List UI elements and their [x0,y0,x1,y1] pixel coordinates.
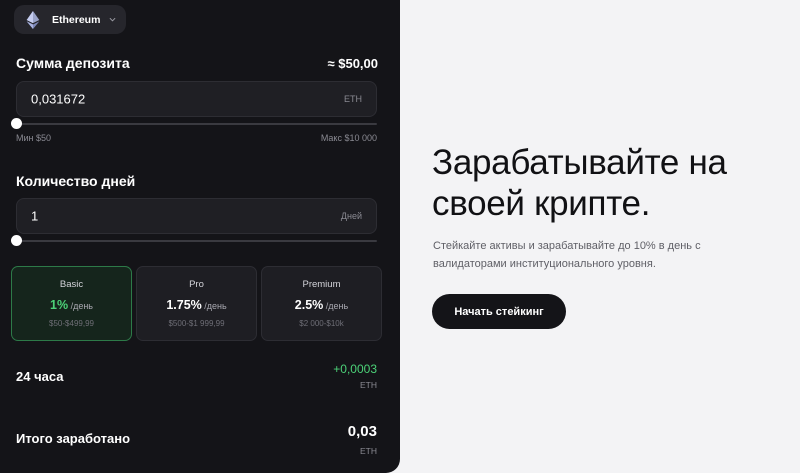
start-staking-button[interactable]: Начать стейкинг [432,294,566,329]
total-earned-value: 0,03 [347,423,377,440]
hero-title-line: Зарабатывайте на [432,143,727,182]
plan-range: $50-$499,99 [49,319,94,328]
deposit-unit: ETH [344,94,362,104]
deposit-slider[interactable] [11,118,377,130]
earnings-24h-unit: ETH [360,380,377,390]
plan-rate-period: /день [201,301,227,311]
days-title: Количество дней [16,173,136,189]
plan-rate-period: /день [68,301,93,311]
plan-name: Basic [59,279,84,290]
days-unit: Дней [340,211,362,221]
deposit-usd-equivalent: ≈ $50,00 [327,56,378,71]
days-slider-thumb[interactable] [11,235,22,246]
ethereum-icon [26,10,40,29]
deposit-title: Сумма депозита [16,55,130,71]
deposit-slider-thumb[interactable] [11,118,22,129]
deposit-max-label: Макс $10 000 [320,133,377,143]
plan-range: $2 000-$10k [299,319,344,328]
hero-subtitle-line: Стейкайте активы и зарабатывайте до 10% … [433,240,701,252]
total-earned-unit: ETH [360,446,377,456]
hero-subtitle-line: валидаторами институционального уровня. [433,258,656,270]
plan-rate-period: /день [323,301,349,311]
deposit-amount-value: 0,031672 [31,91,86,107]
plan-name: Premium [302,279,341,290]
deposit-amount-input[interactable]: 0,031672 ETH [16,81,377,117]
earnings-24h-label: 24 часа [16,369,64,384]
deposit-min-label: Мин $50 [16,133,52,143]
earnings-24h-value: +0,0003 [333,362,377,376]
plan-rate: 2.5% /день [262,298,381,312]
hero-subtitle: Стейкайте активы и зарабатывайте до 10% … [433,237,733,273]
plan-name: Pro [189,279,204,290]
total-earned-label: Итого заработано [16,431,131,446]
plan-card-pro[interactable]: Pro 1.75% /день $500-$1 999,99 [136,266,257,341]
hero-title: Зарабатывайте на своей крипте. [432,142,772,224]
network-select[interactable]: Ethereum [14,5,126,34]
network-label: Ethereum [52,13,101,26]
plan-rate-value: 1% [50,298,69,312]
staking-calculator-panel: Ethereum Сумма депозита ≈ $50,00 0,03167… [0,0,400,473]
chevron-down-icon [109,17,116,22]
plan-card-premium[interactable]: Premium 2.5% /день $2 000-$10k [261,266,382,341]
plan-rate-value: 1.75% [166,298,202,312]
plan-rate-value: 2.5% [294,298,324,312]
hero-title-line: своей крипте. [432,184,651,223]
plan-rate: 1.75% /день [137,298,256,312]
plan-range: $500-$1 999,99 [168,319,225,328]
days-slider-track [16,240,377,242]
days-slider[interactable] [11,235,377,247]
days-value: 1 [31,208,39,224]
deposit-slider-track [16,123,377,125]
days-input[interactable]: 1 Дней [16,198,377,234]
plan-card-basic[interactable]: Basic 1% /день $50-$499,99 [11,266,132,341]
plan-rate: 1% /день [12,298,131,312]
